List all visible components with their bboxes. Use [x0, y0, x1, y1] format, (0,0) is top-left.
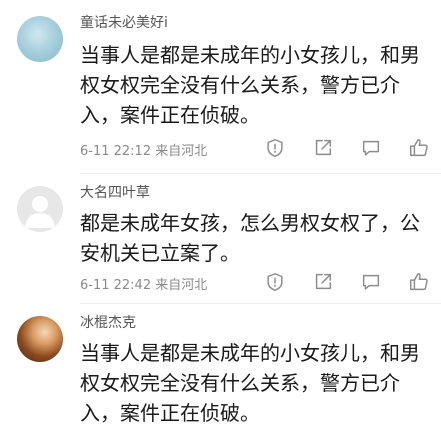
- comment-location: 来自河北: [155, 278, 208, 293]
- username[interactable]: 大名四叶草: [80, 182, 150, 202]
- comment-actions: [239, 136, 431, 160]
- share-icon[interactable]: [311, 136, 335, 160]
- like-icon[interactable]: [407, 136, 431, 160]
- shield-icon[interactable]: [263, 136, 287, 160]
- comment-time: 6-11 22:12: [80, 144, 152, 159]
- comment-icon[interactable]: [359, 270, 383, 294]
- comment-meta: 6-11 22:12 来自河北: [80, 140, 207, 159]
- comment-meta: 6-11 22:42 来自河北: [80, 274, 207, 293]
- comment-item: 冰棍杰克 当事人是都是未成年的小女孩儿，和男权女权完全没有什么关系，警方已介入，…: [0, 304, 441, 425]
- comment-item: 童话未必美好i 当事人是都是未成年的小女孩儿，和男权女权完全没有什么关系，警方已…: [0, 0, 441, 174]
- avatar[interactable]: [17, 16, 63, 62]
- shield-icon[interactable]: [263, 270, 287, 294]
- avatar[interactable]: [17, 186, 63, 232]
- like-icon[interactable]: [407, 270, 431, 294]
- comment-icon[interactable]: [359, 136, 383, 160]
- comment-item: 大名四叶草 都是未成年女孩，怎么男权女权了，公安机关已立案了。 6-11 22:…: [0, 174, 441, 304]
- default-avatar-icon: [25, 196, 55, 228]
- username[interactable]: 冰棍杰克: [80, 312, 136, 332]
- comment-text: 当事人是都是未成年的小女孩儿，和男权女权完全没有什么关系，警方已介入，案件正在侦…: [80, 43, 420, 127]
- comment-actions: [239, 270, 431, 294]
- avatar[interactable]: [17, 316, 63, 362]
- comment-location: 来自河北: [155, 144, 208, 159]
- comment-time: 6-11 22:42: [80, 278, 152, 293]
- comment-text: 都是未成年女孩，怎么男权女权了，公安机关已立案了。: [80, 211, 420, 265]
- username[interactable]: 童话未必美好i: [80, 12, 168, 32]
- comment-text: 当事人是都是未成年的小女孩儿，和男权女权完全没有什么关系，警方已介入，案件正在侦…: [80, 341, 420, 425]
- share-icon[interactable]: [311, 270, 335, 294]
